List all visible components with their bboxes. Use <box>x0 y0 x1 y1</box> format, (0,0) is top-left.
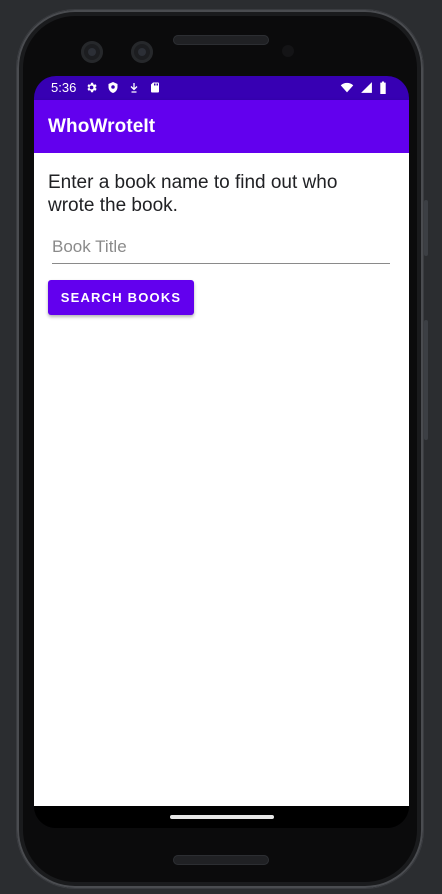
front-camera-secondary-icon <box>131 41 153 63</box>
search-books-button[interactable]: SEARCH BOOKS <box>48 280 194 315</box>
main-content: Enter a book name to find out who wrote … <box>34 153 409 806</box>
status-time: 5:36 <box>51 80 77 95</box>
cell-signal-icon <box>361 82 372 93</box>
status-icons-right <box>340 81 387 94</box>
home-gesture-handle[interactable] <box>170 815 274 819</box>
bottom-speaker <box>173 855 269 865</box>
wifi-icon <box>340 82 354 93</box>
proximity-sensor <box>282 45 294 57</box>
front-camera-icon <box>81 41 103 63</box>
power-button[interactable] <box>424 320 428 440</box>
app-bar: WhoWroteIt <box>34 100 409 153</box>
download-arrow-icon <box>130 83 138 93</box>
volume-button[interactable] <box>424 200 428 256</box>
sd-card-icon <box>151 82 159 93</box>
book-title-input[interactable] <box>52 233 390 264</box>
earpiece-speaker <box>173 35 269 45</box>
status-bar: 5:36 <box>34 76 409 100</box>
status-icons-left <box>85 81 161 94</box>
settings-icon <box>87 82 97 93</box>
instruction-text: Enter a book name to find out who wrote … <box>48 172 338 216</box>
app-title: WhoWroteIt <box>48 116 156 137</box>
battery-icon <box>380 81 386 94</box>
device-screen: 5:36 WhoWroteIt Enter a book name to fin… <box>34 76 409 828</box>
shield-icon <box>108 82 118 93</box>
navigation-bar <box>34 806 409 828</box>
